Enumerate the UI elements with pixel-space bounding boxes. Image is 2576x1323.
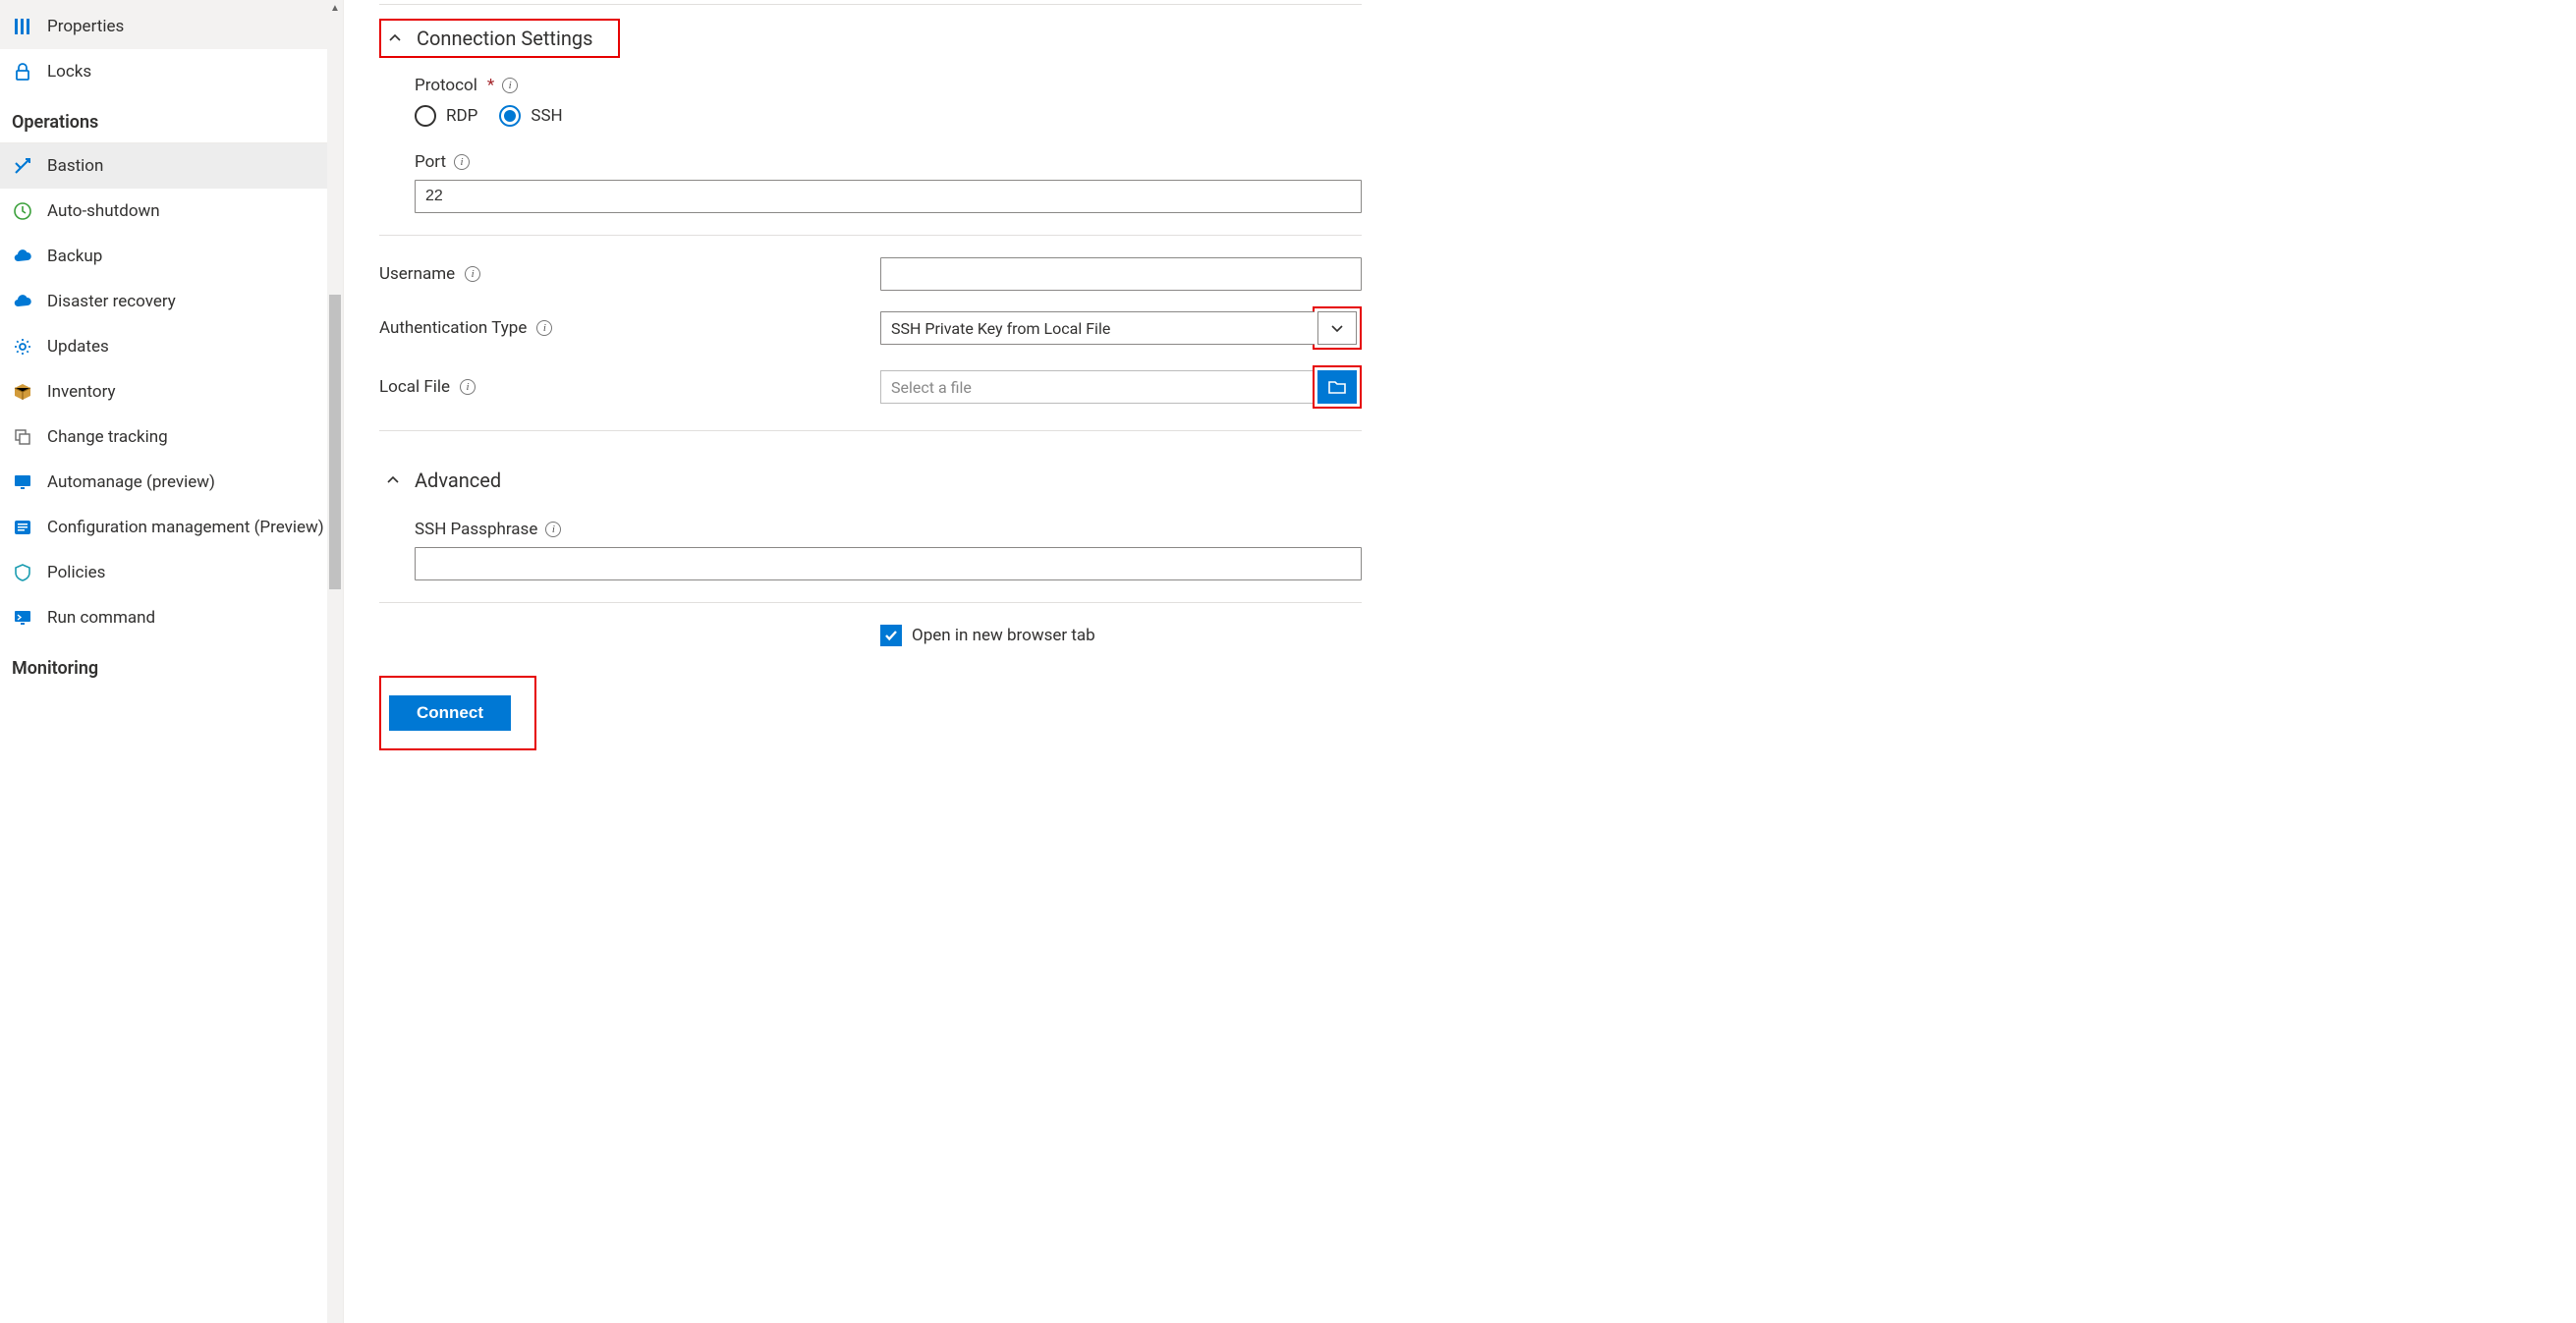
folder-icon — [1328, 379, 1346, 395]
sidebar-item-run-command[interactable]: Run command — [0, 595, 337, 640]
radio-icon — [415, 105, 436, 127]
sidebar-item-auto-shutdown[interactable]: Auto-shutdown — [0, 189, 337, 234]
sidebar-section-operations: Operations — [0, 94, 337, 143]
gear-icon — [12, 336, 33, 358]
chevron-up-icon — [387, 30, 403, 46]
expander-title: Advanced — [415, 469, 501, 492]
scrollbar[interactable]: ▲ — [327, 0, 343, 1323]
shield-icon — [12, 562, 33, 583]
sidebar-item-locks[interactable]: Locks — [0, 49, 337, 94]
sidebar-item-label: Properties — [47, 17, 325, 36]
radio-ssh[interactable]: SSH — [499, 105, 562, 127]
localfile-label: Local File — [379, 377, 450, 397]
sidebar-item-label: Backup — [47, 247, 325, 266]
localfile-input[interactable]: Select a file — [880, 370, 1314, 404]
cloud-sync-icon — [12, 291, 33, 312]
sidebar-item-label: Auto-shutdown — [47, 201, 325, 221]
protocol-label: Protocol — [415, 76, 477, 95]
bastion-icon — [12, 155, 33, 177]
list-icon — [12, 517, 33, 538]
sidebar-item-label: Disaster recovery — [47, 292, 325, 311]
sidebar-item-label: Updates — [47, 337, 325, 357]
sidebar: Properties Locks Operations Bastion A — [0, 0, 344, 1323]
sidebar-item-label: Automanage (preview) — [47, 472, 325, 492]
sidebar-item-bastion[interactable]: Bastion — [0, 143, 337, 189]
cloud-icon — [12, 246, 33, 267]
radio-rdp[interactable]: RDP — [415, 105, 477, 127]
authtype-select[interactable]: SSH Private Key from Local File — [880, 311, 1315, 345]
clock-icon — [12, 200, 33, 222]
sidebar-item-automanage[interactable]: Automanage (preview) — [0, 460, 337, 505]
chevron-down-icon — [1330, 321, 1344, 335]
sidebar-item-label: Inventory — [47, 382, 325, 402]
expander-connection-settings[interactable]: Connection Settings — [387, 27, 592, 50]
radio-checked-icon — [499, 105, 521, 127]
sidebar-item-policies[interactable]: Policies — [0, 550, 337, 595]
main-content: Connection Settings Protocol * i RDP — [344, 0, 2576, 1323]
expander-advanced[interactable]: Advanced — [379, 453, 1362, 502]
sidebar-item-label: Bastion — [47, 156, 325, 176]
stack-icon — [12, 426, 33, 448]
sidebar-item-change-tracking[interactable]: Change tracking — [0, 414, 337, 460]
authtype-dropdown-button[interactable] — [1317, 311, 1357, 345]
properties-icon — [12, 16, 33, 37]
ssh-passphrase-label: SSH Passphrase — [415, 520, 537, 539]
info-icon[interactable]: i — [465, 266, 480, 282]
expander-title: Connection Settings — [417, 27, 592, 50]
open-newtab-label: Open in new browser tab — [912, 626, 1095, 645]
sidebar-item-label: Configuration management (Preview) — [47, 518, 325, 537]
sidebar-item-label: Change tracking — [47, 427, 325, 447]
info-icon[interactable]: i — [460, 379, 476, 395]
required-asterisk: * — [487, 76, 494, 95]
username-input[interactable] — [880, 257, 1362, 291]
sidebar-item-label: Policies — [47, 563, 325, 582]
port-label: Port — [415, 152, 446, 172]
username-label: Username — [379, 264, 455, 284]
authtype-value: SSH Private Key from Local File — [891, 319, 1110, 338]
sidebar-item-label: Locks — [47, 62, 325, 82]
ssh-passphrase-input[interactable] — [415, 547, 1362, 580]
terminal-icon — [12, 607, 33, 629]
package-icon — [12, 381, 33, 403]
info-icon[interactable]: i — [536, 320, 552, 336]
lock-icon — [12, 61, 33, 83]
sidebar-item-backup[interactable]: Backup — [0, 234, 337, 279]
open-newtab-checkbox[interactable] — [880, 625, 902, 646]
check-icon — [884, 629, 898, 642]
info-icon[interactable]: i — [545, 522, 561, 537]
scroll-thumb[interactable] — [329, 295, 341, 589]
sidebar-item-label: Run command — [47, 608, 325, 628]
browse-file-button[interactable] — [1317, 370, 1357, 404]
info-icon[interactable]: i — [502, 78, 518, 93]
authtype-label: Authentication Type — [379, 318, 527, 338]
connect-button[interactable]: Connect — [389, 695, 511, 731]
scroll-up-arrow-icon[interactable]: ▲ — [327, 0, 343, 16]
radio-label: SSH — [531, 106, 562, 126]
sidebar-section-monitoring: Monitoring — [0, 640, 337, 689]
monitor-icon — [12, 471, 33, 493]
radio-label: RDP — [446, 106, 477, 126]
sidebar-item-config-management[interactable]: Configuration management (Preview) — [0, 505, 337, 550]
sidebar-item-inventory[interactable]: Inventory — [0, 369, 337, 414]
sidebar-item-properties[interactable]: Properties — [0, 0, 337, 49]
sidebar-item-disaster-recovery[interactable]: Disaster recovery — [0, 279, 337, 324]
sidebar-item-updates[interactable]: Updates — [0, 324, 337, 369]
info-icon[interactable]: i — [454, 154, 470, 170]
chevron-up-icon — [385, 472, 401, 488]
port-input[interactable] — [415, 180, 1362, 213]
